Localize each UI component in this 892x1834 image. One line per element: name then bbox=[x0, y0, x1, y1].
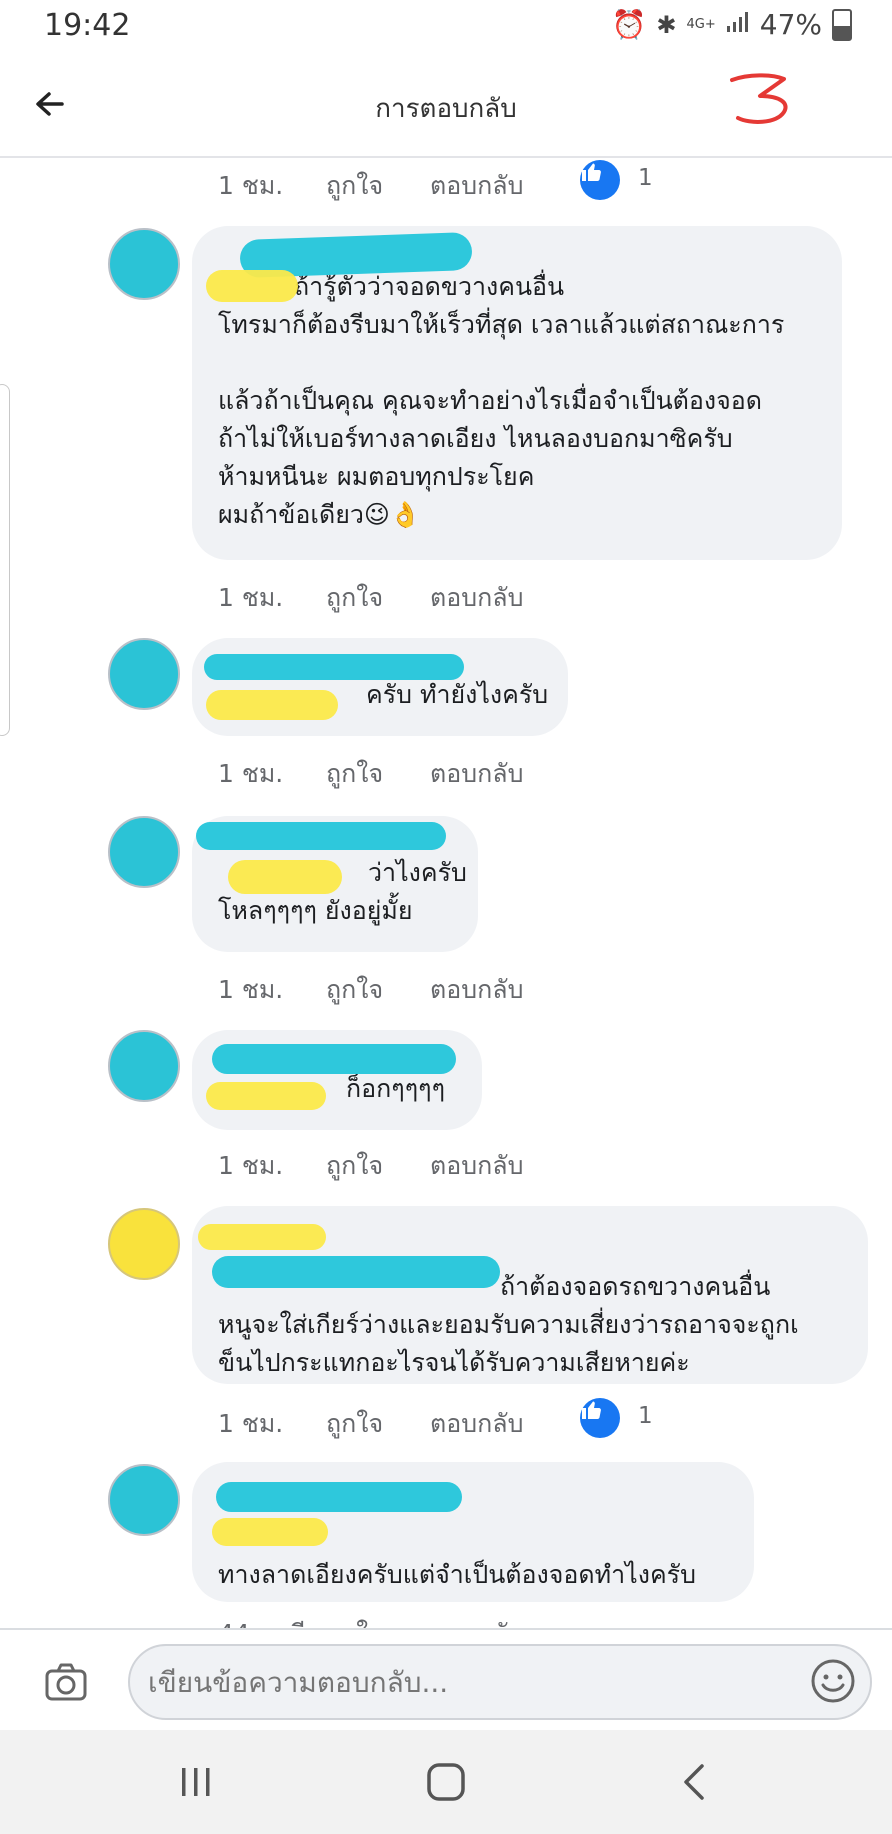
reaction-summary[interactable]: 1 bbox=[580, 1398, 653, 1444]
thumbs-up-icon bbox=[580, 160, 620, 200]
alarm-icon: ⏰ bbox=[611, 8, 647, 41]
like-button[interactable]: ถูกใจ bbox=[326, 1146, 430, 1186]
emoji-icon[interactable] bbox=[810, 1658, 856, 1704]
comment-meta: 1 ชม. ถูกใจ ตอบกลับ bbox=[218, 1146, 580, 1186]
edge-panel-handle[interactable] bbox=[0, 384, 10, 736]
comment-text-line: ข็นไปกระแทกอะไรจนได้รับความเสียหายค่ะ bbox=[218, 1348, 690, 1377]
comment-bubble: ว่าไงครับ โหลๆๆๆๆ ยังอยู่มั้ย bbox=[192, 816, 478, 952]
comment-bubble: ถ้ารู้ตัวว่าจอดขวางคนอื่น โทรมาก็ต้องรีบ… bbox=[192, 226, 842, 560]
comment-time: 1 ชม. bbox=[218, 1151, 284, 1180]
reaction-summary[interactable]: 1 bbox=[580, 160, 653, 206]
reply-button[interactable]: ตอบกลับ bbox=[430, 1404, 580, 1444]
avatar[interactable] bbox=[108, 816, 180, 888]
reply-button[interactable]: ตอบกลับ bbox=[430, 970, 580, 1010]
redaction-mark bbox=[212, 1256, 500, 1288]
redaction-mark bbox=[212, 1518, 328, 1546]
like-button[interactable]: ถูกใจ bbox=[326, 578, 430, 618]
reaction-count: 1 bbox=[638, 165, 653, 191]
comment-text-line: โทรมาก็ต้องรีบมาให้เร็วที่สุด เวลาแล้วแต… bbox=[218, 310, 785, 339]
header: การตอบกลับ bbox=[0, 56, 892, 158]
status-bar: 19:42 ⏰ ✱ 4G+ 47% bbox=[0, 0, 892, 56]
camera-icon[interactable] bbox=[44, 1662, 88, 1702]
replies-feed[interactable]: 1 ชม. ถูกใจ ตอบกลับ 1 ถ้ารู้ตัวว่าจอดขวา… bbox=[0, 158, 892, 1628]
bluetooth-icon: ✱ bbox=[656, 10, 677, 39]
comment-meta: 1 ชม. ถูกใจ ตอบกลับ 1 bbox=[218, 160, 653, 206]
like-button[interactable]: ถูกใจ bbox=[326, 1404, 430, 1444]
reply-button[interactable]: ตอบกลับ bbox=[430, 1146, 580, 1186]
comment-text-line: หนูจะใส่เกียร์ว่างและยอมรับความเสี่ยงว่า… bbox=[218, 1310, 799, 1339]
comment-text-line bbox=[218, 344, 814, 382]
redaction-mark bbox=[206, 690, 338, 720]
like-button[interactable]: ถูกใจ bbox=[326, 970, 430, 1010]
redaction-mark bbox=[216, 1482, 462, 1512]
comment-time: 1 ชม. bbox=[218, 171, 284, 200]
reaction-count: 1 bbox=[638, 1403, 653, 1429]
system-navigation-bar bbox=[0, 1730, 892, 1834]
comment-text-line: ทางลาดเอียงครับแต่จำเป็นต้องจอดทำไงครับ bbox=[218, 1560, 696, 1589]
redaction-mark bbox=[196, 822, 446, 850]
comment-text-line: ห้ามหนีนะ ผมตอบทุกประโยค bbox=[218, 462, 535, 491]
status-icons: ⏰ ✱ 4G+ 47% bbox=[612, 8, 852, 41]
like-button[interactable]: ถูกใจ bbox=[326, 754, 430, 794]
comment-text-line: ผมถ้าข้อเดียว😉👌 bbox=[218, 500, 422, 529]
like-button[interactable]: ถูกใจ bbox=[326, 166, 430, 206]
status-time: 19:42 bbox=[44, 8, 131, 43]
comment-time: 1 ชม. bbox=[218, 759, 284, 788]
comment-time: 1 ชม. bbox=[218, 1409, 284, 1438]
comment-time: 1 ชม. bbox=[218, 583, 284, 612]
reply-button[interactable]: ตอบกลับ bbox=[430, 166, 580, 206]
redaction-mark bbox=[212, 1044, 456, 1074]
home-icon[interactable] bbox=[424, 1760, 468, 1804]
redaction-mark bbox=[206, 1082, 326, 1110]
comment-time: 44 นาที bbox=[218, 1614, 326, 1628]
reply-composer bbox=[0, 1628, 892, 1732]
battery-icon bbox=[832, 8, 852, 41]
handwritten-3-mark bbox=[730, 73, 788, 124]
reply-button[interactable]: ตอบกลับ bbox=[430, 1614, 580, 1628]
comment-meta: 1 ชม. ถูกใจ ตอบกลับ 1 bbox=[218, 1398, 653, 1444]
battery-percent: 47% bbox=[759, 8, 822, 41]
back-nav-icon[interactable] bbox=[674, 1760, 718, 1804]
recent-apps-icon[interactable] bbox=[174, 1760, 218, 1804]
avatar[interactable] bbox=[108, 638, 180, 710]
avatar[interactable] bbox=[108, 1464, 180, 1536]
redaction-mark bbox=[206, 270, 298, 302]
comment-text-line: แล้วถ้าเป็นคุณ คุณจะทำอย่างไรเมื่อจำเป็น… bbox=[218, 386, 763, 415]
comment-time: 1 ชม. bbox=[218, 975, 284, 1004]
network-type: 4G+ bbox=[686, 17, 716, 32]
redaction-mark bbox=[198, 1224, 326, 1250]
comment-meta: 44 นาที ถูกใจ ตอบกลับ bbox=[218, 1614, 580, 1628]
avatar[interactable] bbox=[108, 228, 180, 300]
redaction-mark bbox=[204, 654, 464, 680]
avatar[interactable] bbox=[108, 1030, 180, 1102]
comment-bubble: ครับ ทำยังไงครับ bbox=[192, 638, 568, 736]
comment-bubble: ทางลาดเอียงครับแต่จำเป็นต้องจอดทำไงครับ bbox=[192, 1462, 754, 1602]
redaction-mark bbox=[228, 860, 342, 894]
like-button[interactable]: ถูกใจ bbox=[326, 1614, 430, 1628]
reply-button[interactable]: ตอบกลับ bbox=[430, 578, 580, 618]
thumbs-up-icon bbox=[580, 1398, 620, 1438]
comment-bubble: ถ้าต้องจอดรถขวางคนอื่น หนูจะใส่เกียร์ว่า… bbox=[192, 1206, 868, 1384]
comment-meta: 1 ชม. ถูกใจ ตอบกลับ bbox=[218, 578, 580, 618]
comment-text-line: ถ้าไม่ให้เบอร์ทางลาดเอียง ไหนลองบอกมาซิค… bbox=[218, 424, 733, 453]
comment-bubble: ก็อกๆๆๆๆ bbox=[192, 1030, 482, 1130]
avatar[interactable] bbox=[108, 1208, 180, 1280]
signal-icon bbox=[726, 8, 750, 41]
comment-text-line: โหลๆๆๆๆ ยังอยู่มั้ย bbox=[218, 896, 413, 925]
comment-meta: 1 ชม. ถูกใจ ตอบกลับ bbox=[218, 970, 580, 1010]
reply-button[interactable]: ตอบกลับ bbox=[430, 754, 580, 794]
reply-input[interactable] bbox=[128, 1644, 872, 1720]
comment-meta: 1 ชม. ถูกใจ ตอบกลับ bbox=[218, 754, 580, 794]
